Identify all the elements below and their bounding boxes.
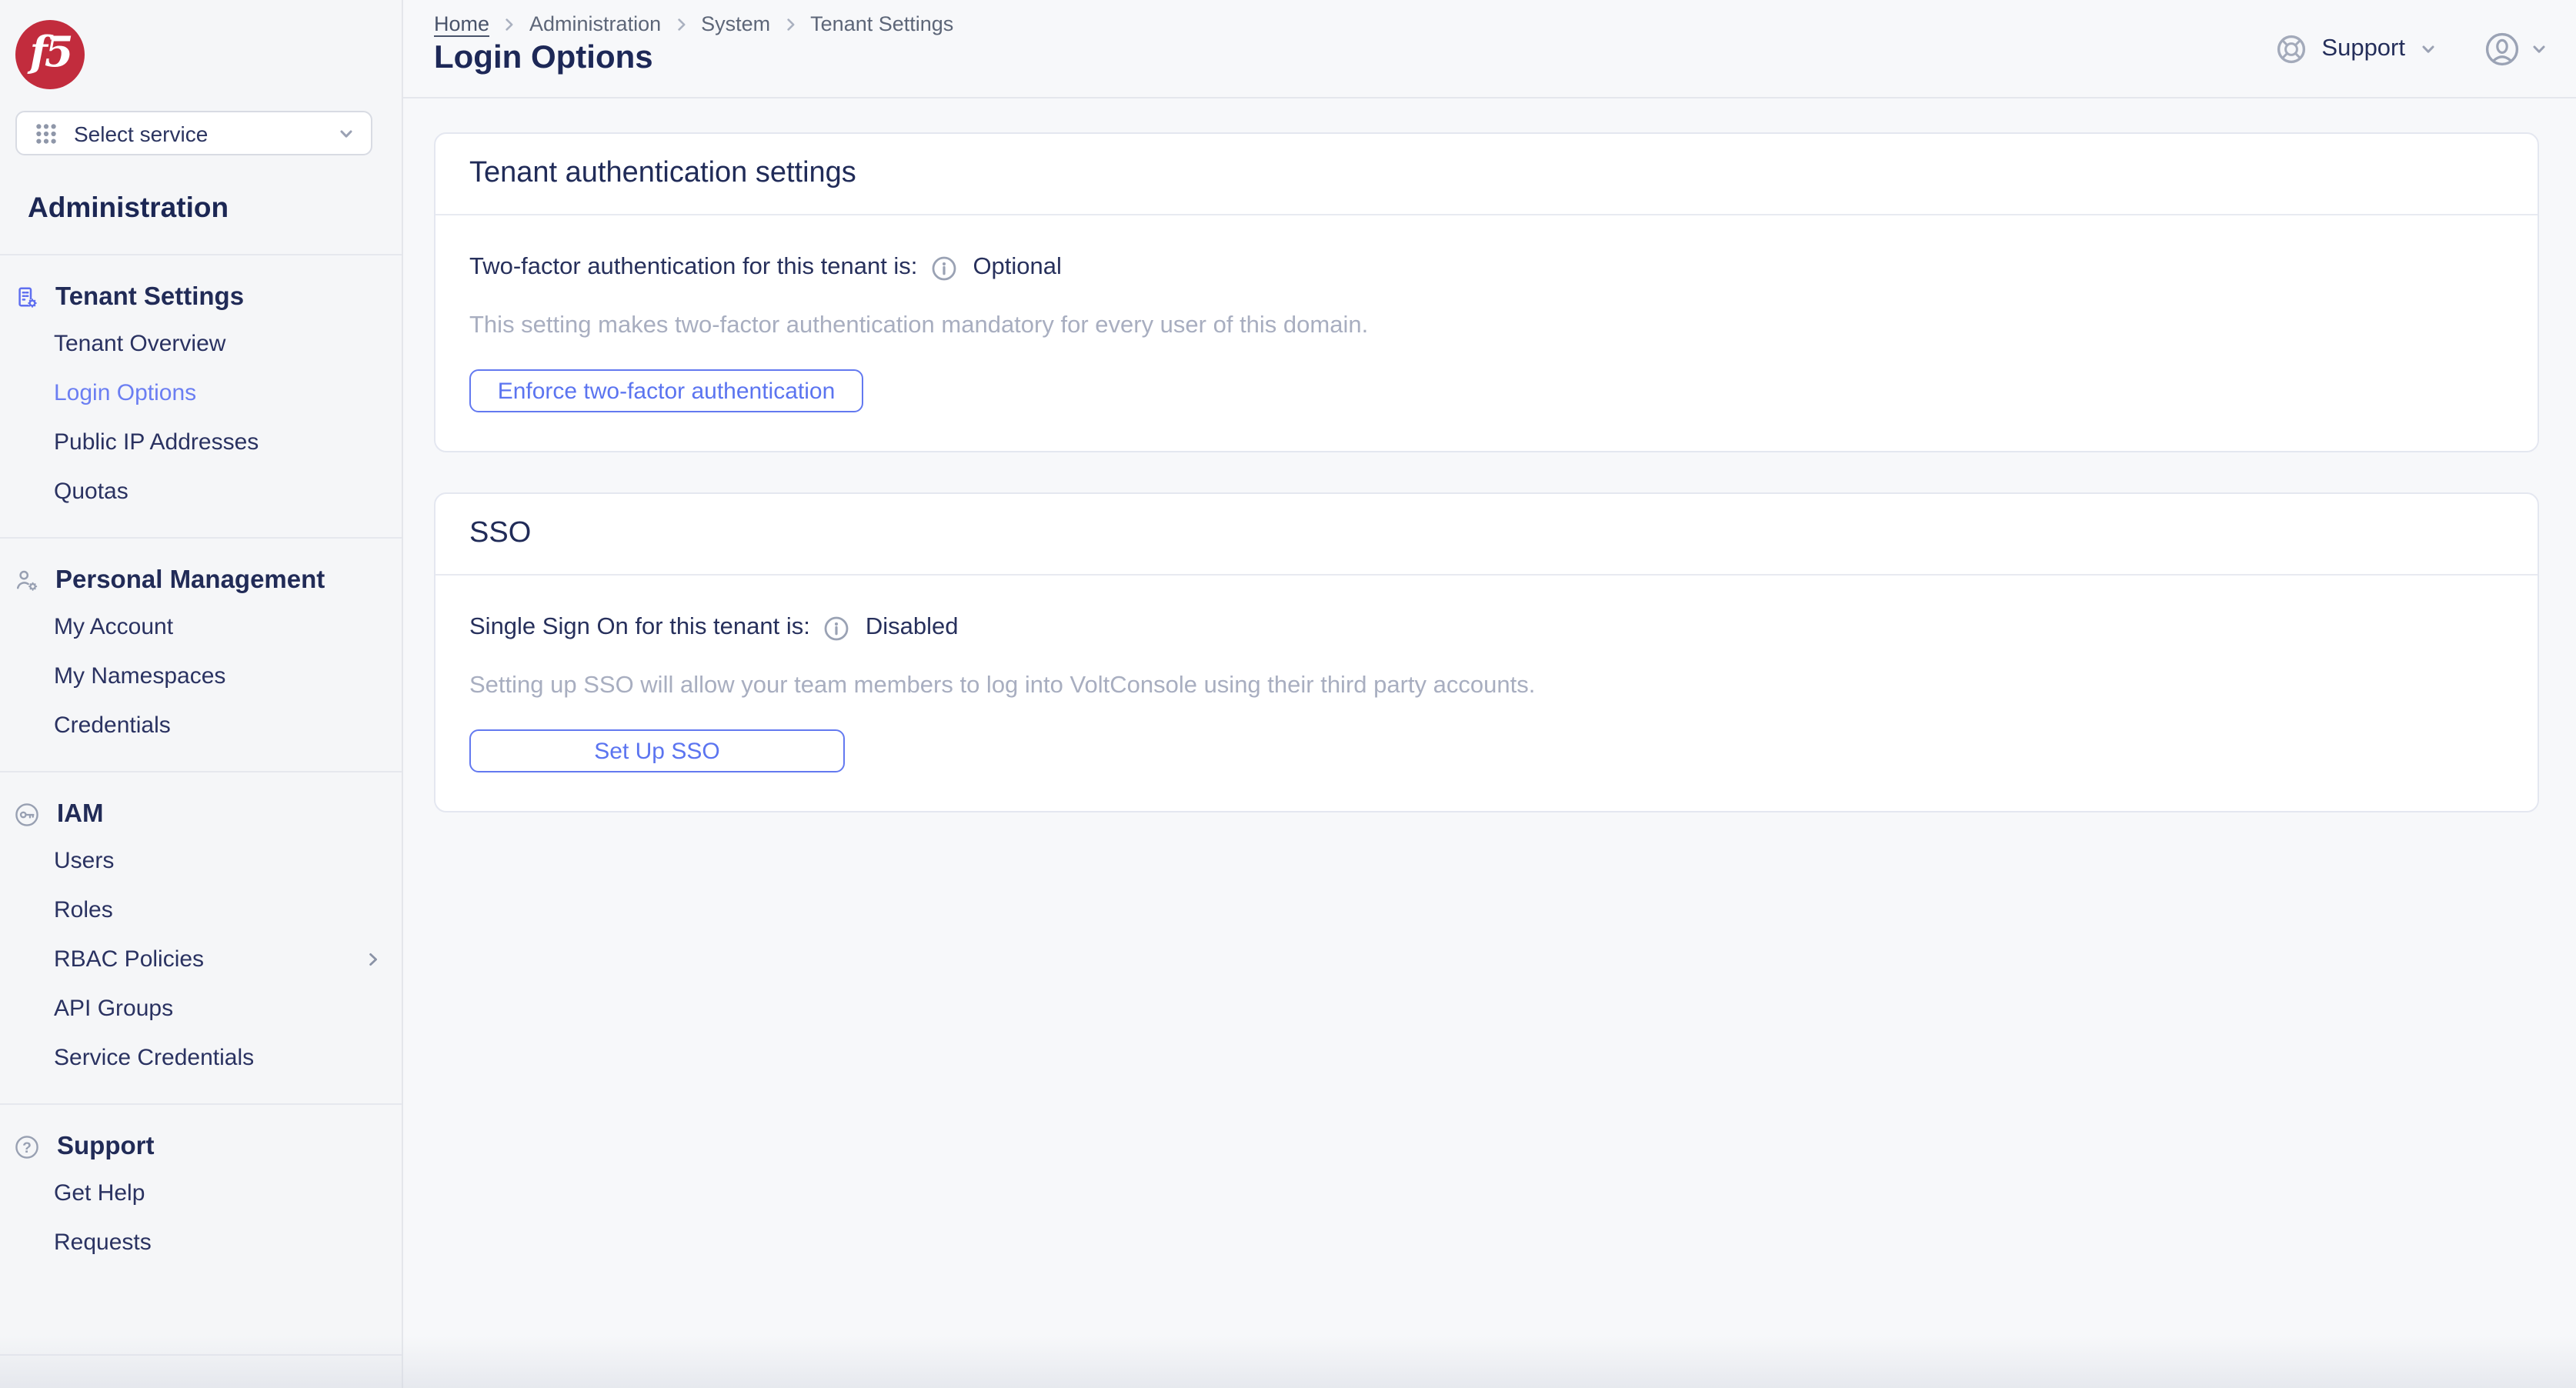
sidebar-item-users[interactable]: Users [0, 836, 402, 885]
card-title: Tenant authentication settings [469, 157, 856, 189]
breadcrumb-separator-icon [500, 15, 519, 33]
sso-card: SSO Single Sign On for this tenant is: D [434, 492, 2539, 812]
chevron-down-icon [2422, 45, 2434, 52]
life-ring-icon [2277, 34, 2305, 63]
sidebar-footer [0, 1354, 402, 1388]
page-title: Login Options [434, 40, 653, 75]
two-factor-status-value: Optional [973, 254, 1062, 280]
tenant-authentication-card: Tenant authentication settings Two-facto… [434, 132, 2539, 452]
sidebar-item-roles[interactable]: Roles [0, 885, 402, 934]
breadcrumb-item-system: System [701, 12, 771, 35]
sidebar-section-support: ? Support Get Help Requests [0, 1103, 402, 1288]
chevron-right-icon [369, 953, 377, 965]
building-gear-icon [18, 287, 37, 308]
sidebar-item-my-namespaces[interactable]: My Namespaces [0, 651, 402, 700]
key-icon [15, 802, 38, 826]
sidebar-section-label: Tenant Settings [55, 282, 245, 310]
service-picker[interactable]: Select service [15, 111, 372, 155]
main-area: Home Administration System Tenant Settin… [403, 0, 2576, 1388]
f5-logo-text: f5 [29, 28, 74, 76]
sidebar-item-api-groups[interactable]: API Groups [0, 983, 402, 1033]
breadcrumb-item-administration: Administration [529, 12, 662, 35]
sidebar-section-label: Support [57, 1132, 155, 1159]
breadcrumb-home-link[interactable]: Home [434, 12, 489, 35]
sso-status-value: Disabled [865, 614, 959, 640]
info-icon[interactable] [931, 255, 957, 281]
sidebar-item-credentials[interactable]: Credentials [0, 700, 402, 749]
user-gear-icon [16, 570, 38, 591]
two-factor-status-row: Two-factor authentication for this tenan… [469, 251, 2504, 285]
set-up-sso-button[interactable]: Set Up SSO [469, 729, 845, 772]
sidebar-section-header-tenant-settings[interactable]: Tenant Settings [0, 275, 402, 319]
sidebar-item-my-account[interactable]: My Account [0, 602, 402, 651]
sidebar-item-service-credentials[interactable]: Service Credentials [0, 1033, 402, 1082]
sidebar-item-tenant-overview[interactable]: Tenant Overview [0, 319, 402, 368]
sso-status-label: Single Sign On for this tenant is: [469, 614, 810, 640]
svg-text:?: ? [22, 1139, 32, 1156]
sidebar-section-header-support[interactable]: ? Support [0, 1125, 402, 1168]
sidebar-section-personal-management: Personal Management My Account My Namesp… [0, 537, 402, 771]
grid-icon [36, 123, 56, 143]
chevron-down-icon [2533, 45, 2545, 52]
sidebar-section-header-iam[interactable]: IAM [0, 792, 402, 836]
sidebar-section-label: IAM [57, 799, 104, 827]
sidebar-section-tenant-settings: Tenant Settings Tenant Overview Login Op… [0, 254, 402, 537]
two-factor-description: This setting makes two-factor authentica… [469, 312, 1369, 339]
sidebar-item-quotas[interactable]: Quotas [0, 466, 402, 515]
sidebar-item-rbac-policies[interactable]: RBAC Policies [0, 934, 402, 983]
info-icon[interactable] [824, 615, 850, 641]
sso-status-row: Single Sign On for this tenant is: Disab… [469, 611, 2504, 645]
sidebar-item-requests[interactable]: Requests [0, 1217, 402, 1266]
support-menu-label: Support [2321, 35, 2405, 61]
sidebar-section-label: Personal Management [55, 566, 325, 593]
two-factor-status-label: Two-factor authentication for this tenan… [469, 254, 918, 280]
card-title: SSO [469, 517, 532, 549]
sidebar-title: Administration [28, 191, 229, 223]
sidebar-item-public-ip-addresses[interactable]: Public IP Addresses [0, 417, 402, 466]
voltconsole-app: f5 Select service Administration Tenant … [0, 0, 2576, 1388]
sidebar-item-get-help[interactable]: Get Help [0, 1168, 402, 1217]
user-menu[interactable] [2484, 30, 2548, 67]
breadcrumb: Home Administration System Tenant Settin… [434, 12, 953, 35]
sidebar-item-login-options[interactable]: Login Options [0, 368, 402, 417]
breadcrumb-separator-icon [781, 15, 799, 33]
chevron-down-icon [340, 129, 352, 137]
service-picker-label: Select service [74, 121, 209, 145]
top-bar: Home Administration System Tenant Settin… [403, 0, 2576, 98]
sso-description: Setting up SSO will allow your team memb… [469, 672, 1536, 699]
breadcrumb-item-tenant-settings: Tenant Settings [810, 12, 954, 35]
sidebar: f5 Select service Administration Tenant … [0, 0, 403, 1388]
sidebar-section-iam: IAM Users Roles RBAC Policies API Groups… [0, 771, 402, 1103]
f5-logo[interactable]: f5 [15, 20, 85, 89]
sidebar-section-header-personal-management[interactable]: Personal Management [0, 559, 402, 602]
avatar-icon [2485, 32, 2519, 65]
enforce-two-factor-button[interactable]: Enforce two-factor authentication [469, 369, 863, 412]
breadcrumb-separator-icon [672, 15, 690, 33]
support-menu[interactable]: Support [2274, 32, 2438, 65]
question-icon: ? [15, 1135, 38, 1158]
content-area: Tenant authentication settings Two-facto… [403, 98, 2576, 1388]
sidebar-nav: Tenant Settings Tenant Overview Login Op… [0, 254, 402, 1354]
